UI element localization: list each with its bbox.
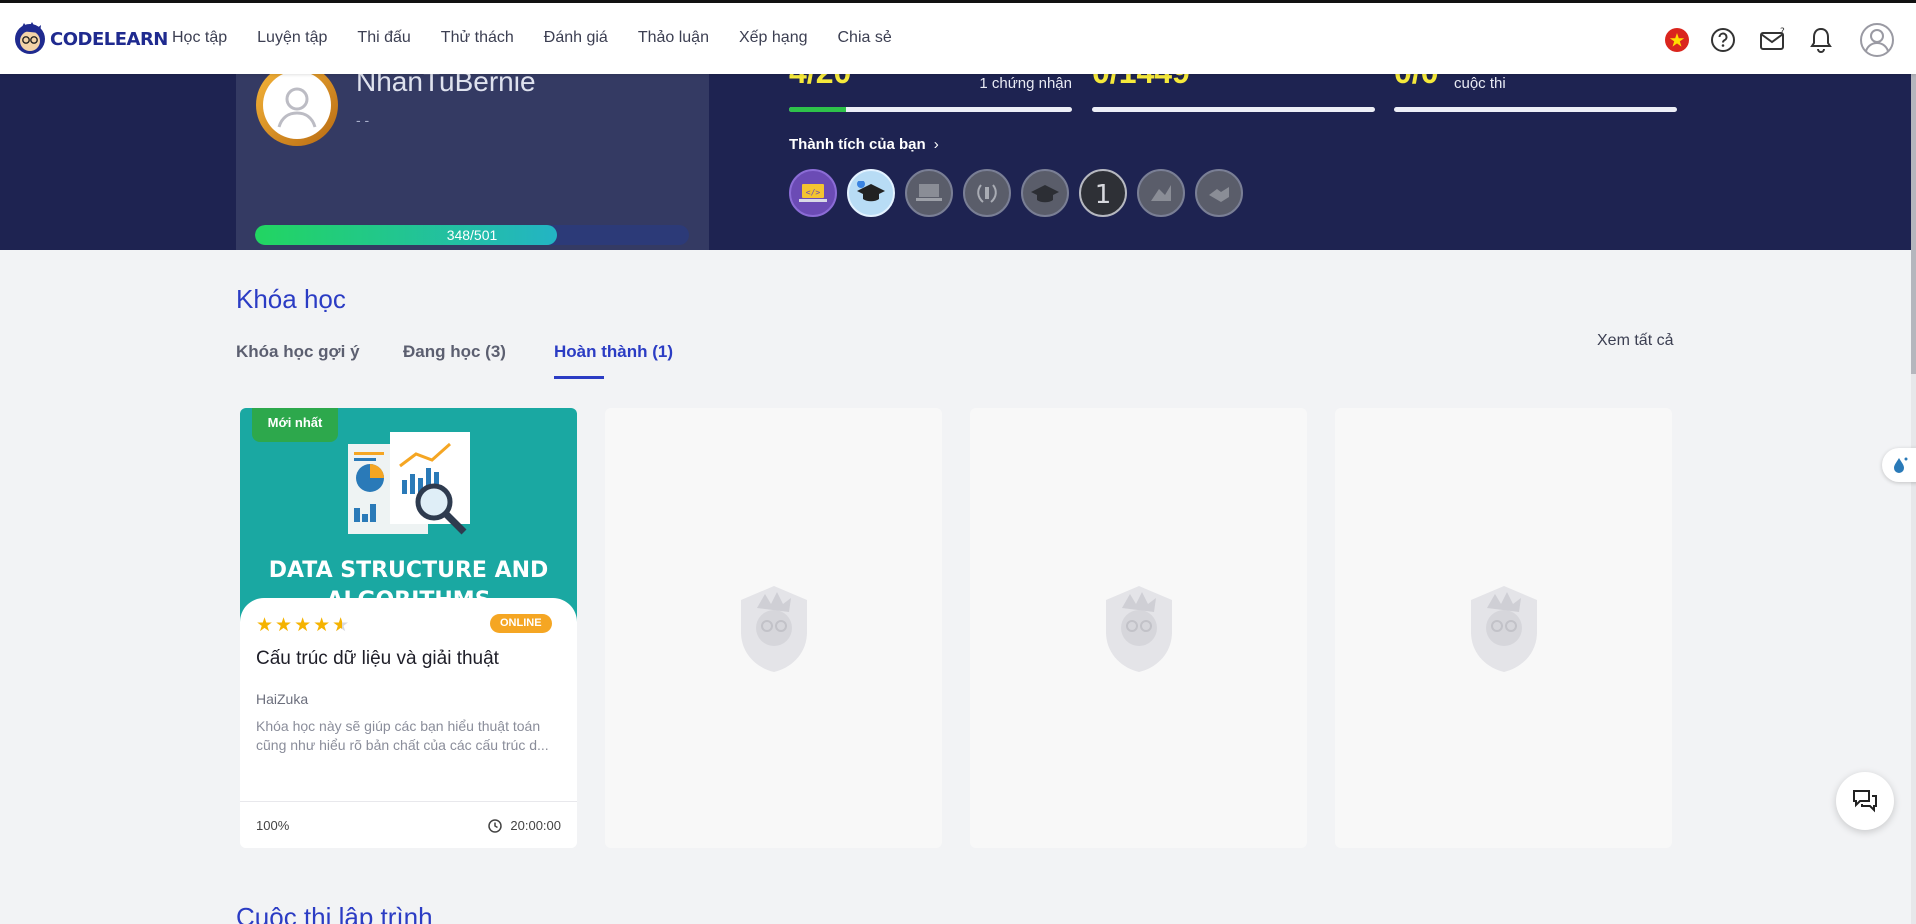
rating-stars-icon: ★★★★★★	[256, 615, 352, 636]
stat-certificates[interactable]: 4/20 1 chứng nhận	[789, 74, 1072, 114]
tab-completed[interactable]: Hoàn thành (1)	[554, 342, 673, 362]
course-card[interactable]: DATA STRUCTURE AND ALGORITHMS Mới nhất ★…	[240, 408, 577, 848]
number-one-badge-icon[interactable]: 1	[1079, 169, 1127, 217]
top-navbar: CODELEARN Học tập Luyện tập Thi đấu Thử …	[0, 0, 1916, 74]
main-nav: Học tập Luyện tập Thi đấu Thử thách Đánh…	[172, 29, 922, 47]
course-title[interactable]: Cấu trúc dữ liệu và giải thuật	[256, 648, 499, 670]
tab-in-progress[interactable]: Đang học (3)	[403, 342, 506, 362]
nav-item-danh-gia[interactable]: Đánh giá	[544, 29, 608, 47]
clock-icon	[488, 818, 503, 833]
chat-button[interactable]	[1836, 772, 1894, 830]
stat-progress-bar	[1092, 107, 1375, 112]
xp-progress-text: 348/501	[446, 227, 498, 243]
card-divider	[240, 801, 577, 802]
profile-name: NhanTuBernie	[356, 74, 536, 97]
svg-text:1: 1	[1095, 180, 1112, 208]
brand-name: CODELEARN	[50, 28, 168, 50]
nav-item-thao-luan[interactable]: Thảo luận	[638, 29, 709, 47]
svg-text:</>: </>	[806, 188, 821, 197]
online-badge: ONLINE	[490, 614, 552, 633]
svg-text:?: ?	[1780, 27, 1785, 37]
course-duration: 20:00:00	[488, 818, 561, 833]
bell-icon[interactable]	[1802, 21, 1840, 59]
mascot-placeholder-icon	[1470, 586, 1537, 672]
see-all-link[interactable]: Xem tất cả	[1597, 332, 1673, 350]
nav-item-xep-hang[interactable]: Xếp hạng	[739, 29, 808, 47]
nav-item-thu-thach[interactable]: Thử thách	[441, 29, 514, 47]
mascot-placeholder-icon	[1105, 586, 1172, 672]
stat-label: cuộc thi	[1454, 75, 1506, 92]
stat-value: 0/0	[1394, 74, 1438, 91]
water-drop-icon	[1894, 457, 1908, 473]
user-avatar-icon[interactable]	[1858, 21, 1896, 59]
stat-label: 1 chứng nhận	[979, 75, 1072, 92]
nav-item-chia-se[interactable]: Chia sẻ	[838, 29, 892, 47]
active-tab-underline	[554, 376, 604, 379]
code-laptop-badge-icon[interactable]: </>	[789, 169, 837, 217]
vietnam-flag-icon[interactable]	[1658, 21, 1696, 59]
mail-icon[interactable]: ?	[1754, 21, 1792, 59]
stat-value: 0/1449	[1092, 74, 1190, 91]
avatar[interactable]	[256, 74, 338, 146]
page-scrollbar-thumb[interactable]	[1911, 74, 1916, 374]
course-card-placeholder	[605, 408, 942, 848]
course-thumbnail: DATA STRUCTURE AND ALGORITHMS Mới nhất	[240, 408, 577, 628]
codelearn-logo[interactable]: CODELEARN	[12, 17, 168, 61]
chevron-right-icon: ›	[933, 136, 939, 153]
laptop-check-badge-icon[interactable]	[905, 169, 953, 217]
stat-exercises[interactable]: 0/1449	[1092, 74, 1375, 114]
mascot-logo-icon	[15, 22, 45, 54]
main-content: Khóa học Khóa học gợi ý Đang học (3) Hoà…	[0, 250, 1916, 924]
course-description: Khóa học này sẽ giúp các bạn hiểu thuật …	[256, 718, 549, 753]
mascot-placeholder-icon	[740, 586, 807, 672]
help-icon[interactable]	[1704, 21, 1742, 59]
achievements-title: Thành tích của bạn	[789, 136, 926, 153]
contests-section-title: Cuộc thi lập trình	[236, 902, 433, 924]
rank-up-badge-icon[interactable]	[1137, 169, 1185, 217]
course-card-placeholder	[970, 408, 1307, 848]
chat-bubbles-icon	[1853, 790, 1877, 813]
course-card-placeholder	[1335, 408, 1672, 848]
stat-progress-bar	[1394, 107, 1677, 112]
graduation-cap-badge-icon[interactable]	[847, 169, 895, 217]
handshake-badge-icon[interactable]	[1195, 169, 1243, 217]
default-user-icon	[277, 87, 317, 128]
tab-suggested[interactable]: Khóa học gợi ý	[236, 342, 360, 362]
course-progress: 100%	[256, 818, 290, 833]
course-author: HaiZuka	[256, 691, 309, 707]
achievements-link[interactable]: Thành tích của bạn ›	[789, 136, 939, 153]
graduation-cap-number-badge-icon[interactable]	[1021, 169, 1069, 217]
course-card-body: ★★★★★★ ONLINE Cấu trúc dữ liệu và giải t…	[240, 598, 577, 848]
xp-progress-bar: 348/501	[255, 225, 689, 245]
profile-card: NhanTuBernie - - 348/501	[236, 74, 709, 250]
courses-section-title: Khóa học	[236, 284, 346, 314]
newest-ribbon: Mới nhất	[252, 408, 338, 442]
nav-item-luyen-tap[interactable]: Luyện tập	[257, 29, 327, 47]
profile-subtitle: - -	[356, 112, 370, 128]
stat-value: 4/20	[789, 74, 851, 91]
stat-progress-bar	[789, 107, 1072, 112]
profile-hero: NhanTuBernie - - 348/501 4/20 1 chứng nh…	[0, 74, 1916, 250]
stat-contests[interactable]: 0/0 cuộc thi	[1394, 74, 1677, 114]
nav-item-thi-dau[interactable]: Thi đấu	[357, 29, 410, 47]
stat-progress-fill	[789, 107, 846, 112]
laurel-badge-icon[interactable]	[963, 169, 1011, 217]
course-duration-value: 20:00:00	[510, 818, 561, 833]
nav-item-hoc-tap[interactable]: Học tập	[172, 29, 227, 47]
side-float-button[interactable]	[1882, 448, 1916, 482]
top-icons: ?	[1636, 21, 1916, 59]
